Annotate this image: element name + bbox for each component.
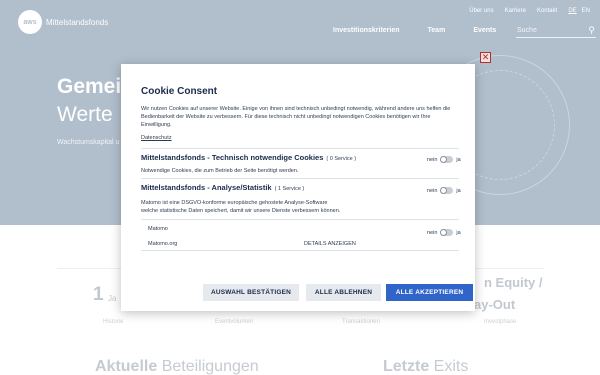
divider: [141, 250, 459, 251]
section-technical-title: Mittelstandsfonds - Technisch notwendige…: [141, 153, 324, 162]
toggle-switch[interactable]: [440, 156, 454, 163]
toggle-label-yes: ja: [456, 156, 461, 163]
section-technical-cookies: Mittelstandsfonds - Technisch notwendige…: [141, 153, 356, 162]
service-count: ( 0 Service ): [326, 156, 357, 162]
confirm-selection-button[interactable]: AUSWAHL BESTÄTIGEN: [203, 284, 299, 301]
matomo-toggle[interactable]: nein ja: [427, 229, 461, 236]
accept-all-button[interactable]: ALLE AKZEPTIEREN: [386, 284, 473, 301]
divider: [141, 178, 459, 179]
toggle-switch[interactable]: [440, 229, 454, 236]
privacy-link[interactable]: Datenschutz: [141, 135, 172, 141]
section-technical-description: Notwendige Cookies, die zum Betrieb der …: [141, 168, 299, 174]
toggle-label-no: nein: [427, 187, 438, 194]
section-analytics-description: Matomo ist eine DSGVO-konforme europäisc…: [141, 200, 328, 206]
analytics-toggle[interactable]: nein ja: [427, 187, 461, 194]
close-icon[interactable]: ✕: [480, 52, 491, 63]
service-domain[interactable]: Matomo.org: [148, 241, 177, 247]
toggle-knob: [440, 187, 448, 194]
section-analytics-description-2: welche statistische Daten speichert, dam…: [141, 208, 341, 214]
dialog-title: Cookie Consent: [141, 86, 218, 97]
reject-all-button[interactable]: ALLE ABLEHNEN: [306, 284, 381, 301]
dialog-intro-text: Wir nutzen Cookies auf unserer Website. …: [141, 106, 451, 128]
divider: [141, 219, 459, 220]
toggle-label-yes: ja: [456, 187, 461, 194]
service-name-matomo: Matomo: [148, 226, 168, 232]
section-analytics-title: Mittelstandsfonds - Analyse/Statistik: [141, 183, 272, 192]
cookie-consent-dialog: Cookie Consent Wir nutzen Cookies auf un…: [121, 64, 475, 311]
toggle-knob: [440, 229, 448, 236]
toggle-knob: [440, 156, 448, 163]
toggle-label-no: nein: [427, 229, 438, 236]
technical-toggle[interactable]: nein ja: [427, 156, 461, 163]
toggle-label-no: nein: [427, 156, 438, 163]
show-details-link[interactable]: DETAILS ANZEIGEN: [304, 241, 356, 247]
divider: [141, 148, 459, 149]
service-count: ( 1 Service ): [274, 186, 305, 192]
toggle-switch[interactable]: [440, 187, 454, 194]
toggle-label-yes: ja: [456, 229, 461, 236]
section-analytics: Mittelstandsfonds - Analyse/Statistik( 1…: [141, 183, 304, 192]
